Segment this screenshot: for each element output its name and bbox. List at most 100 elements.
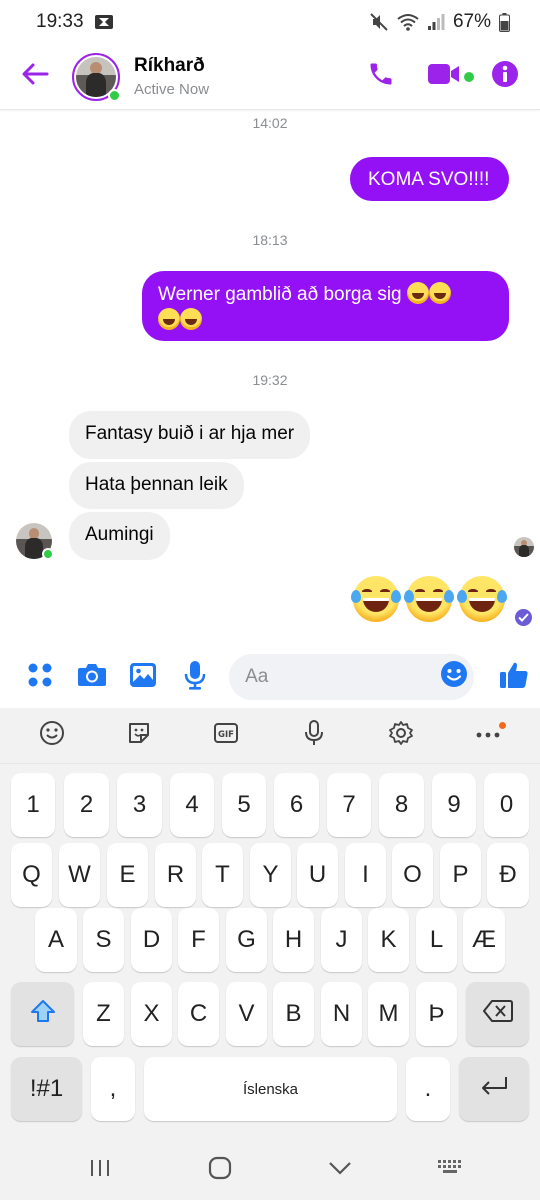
key-s[interactable]: S <box>83 908 124 972</box>
key-j[interactable]: J <box>321 908 362 972</box>
gallery-button[interactable] <box>118 651 170 703</box>
key-r[interactable]: R <box>155 843 196 907</box>
enter-key[interactable] <box>459 1057 529 1121</box>
laughing-emoji-icon <box>428 282 451 304</box>
system-navigation-bar <box>0 1140 540 1200</box>
keyboard-gif-button[interactable]: GIF <box>196 711 256 761</box>
key-y[interactable]: Y <box>250 843 291 907</box>
shift-key[interactable] <box>11 982 74 1046</box>
keyboard-letter-row-2: A S D F G H J K L Æ <box>0 908 540 972</box>
emoji-picker-button[interactable] <box>434 657 474 697</box>
recent-apps-button[interactable] <box>70 1145 130 1195</box>
keyboard-emoji-button[interactable] <box>22 711 82 761</box>
online-indicator <box>108 88 121 102</box>
key-7[interactable]: 7 <box>327 773 371 837</box>
apps-button[interactable] <box>14 651 66 703</box>
conversation-info-button[interactable] <box>476 44 534 110</box>
key-x[interactable]: X <box>131 982 172 1046</box>
key-eth[interactable]: Ð <box>487 843 529 907</box>
emoji-icon <box>440 660 468 694</box>
info-icon <box>491 60 519 93</box>
video-camera-icon <box>428 63 460 90</box>
incoming-message[interactable]: Aumingi <box>69 512 170 560</box>
timestamp: 18:13 <box>252 232 288 248</box>
laughing-emoji-icon[interactable] <box>351 576 401 622</box>
key-z[interactable]: Z <box>83 982 124 1046</box>
key-a[interactable]: A <box>35 908 77 972</box>
key-v[interactable]: V <box>226 982 267 1046</box>
keyboard-hide-button[interactable] <box>430 1145 470 1195</box>
key-5[interactable]: 5 <box>222 773 266 837</box>
key-8[interactable]: 8 <box>379 773 424 837</box>
home-button[interactable] <box>190 1145 250 1195</box>
symbols-key[interactable]: !#1 <box>11 1057 82 1121</box>
on-screen-keyboard: GIF 1 2 3 4 5 6 7 8 9 0 Q W E R T Y U I … <box>0 708 540 1140</box>
recent-apps-icon <box>89 1158 111 1183</box>
key-m[interactable]: M <box>368 982 409 1046</box>
message-thread[interactable]: 14:02 KOMA SVO!!!! 18:13 Werner gamblið … <box>0 110 540 640</box>
laughing-emoji-icon[interactable] <box>404 576 454 622</box>
battery-percent: 67% <box>452 11 491 32</box>
keyboard-number-row: 1 2 3 4 5 6 7 8 9 0 <box>0 773 540 837</box>
key-k[interactable]: K <box>368 908 409 972</box>
message-input[interactable]: Aa <box>229 654 475 700</box>
message-text: Hata þennan leik <box>85 474 228 495</box>
key-6[interactable]: 6 <box>274 773 319 837</box>
key-2[interactable]: 2 <box>64 773 109 837</box>
key-0[interactable]: 0 <box>484 773 529 837</box>
period-key[interactable]: . <box>406 1057 450 1121</box>
gif-icon: GIF <box>213 722 239 749</box>
keyboard-settings-button[interactable] <box>371 711 431 761</box>
key-w[interactable]: W <box>59 843 100 907</box>
key-i[interactable]: I <box>345 843 386 907</box>
outgoing-message[interactable]: Werner gamblið að borga sig <box>142 271 509 341</box>
incoming-message[interactable]: Fantasy buið i ar hja mer <box>69 411 311 459</box>
like-button[interactable] <box>488 651 540 703</box>
key-d[interactable]: D <box>131 908 172 972</box>
keyboard-more-button[interactable] <box>458 711 518 761</box>
key-9[interactable]: 9 <box>432 773 476 837</box>
mute-icon <box>369 12 389 32</box>
video-call-button[interactable] <box>412 44 476 110</box>
key-ae[interactable]: Æ <box>463 908 505 972</box>
key-thorn[interactable]: Þ <box>416 982 457 1046</box>
key-e[interactable]: E <box>107 843 148 907</box>
key-h[interactable]: H <box>273 908 314 972</box>
nav-back-button[interactable] <box>310 1145 370 1195</box>
back-button[interactable] <box>0 44 70 110</box>
outgoing-message[interactable]: KOMA SVO!!!! <box>350 157 509 201</box>
key-n[interactable]: N <box>321 982 362 1046</box>
camera-button[interactable] <box>66 651 118 703</box>
key-3[interactable]: 3 <box>117 773 162 837</box>
key-4[interactable]: 4 <box>170 773 214 837</box>
key-u[interactable]: U <box>297 843 338 907</box>
key-g[interactable]: G <box>226 908 267 972</box>
key-1[interactable]: 1 <box>11 773 55 837</box>
message-text: Fantasy buið i ar hja mer <box>85 423 295 444</box>
key-b[interactable]: B <box>273 982 314 1046</box>
keyboard-sticker-button[interactable] <box>109 711 169 761</box>
key-q[interactable]: Q <box>11 843 52 907</box>
battery-icon <box>499 12 510 32</box>
message-text: Aumingi <box>85 524 154 545</box>
contact-avatar[interactable] <box>72 52 121 102</box>
voice-call-button[interactable] <box>350 44 412 110</box>
laughing-emoji-icon[interactable] <box>457 576 507 622</box>
key-f[interactable]: F <box>178 908 219 972</box>
more-icon <box>475 727 501 745</box>
message-composer: Aa <box>0 648 540 706</box>
key-t[interactable]: T <box>202 843 243 907</box>
contact-info[interactable]: Ríkharð Active Now <box>134 55 209 98</box>
key-l[interactable]: L <box>416 908 457 972</box>
keyboard-voice-button[interactable] <box>284 711 344 761</box>
space-key[interactable]: Íslenska <box>144 1057 397 1121</box>
incoming-message[interactable]: Hata þennan leik <box>69 462 244 509</box>
backspace-key[interactable] <box>466 982 529 1046</box>
svg-text:GIF: GIF <box>218 730 234 740</box>
key-p[interactable]: P <box>440 843 481 907</box>
status-time: 19:33 <box>36 11 84 32</box>
comma-key[interactable]: , <box>91 1057 135 1121</box>
key-c[interactable]: C <box>178 982 219 1046</box>
voice-message-button[interactable] <box>169 651 221 703</box>
key-o[interactable]: O <box>392 843 433 907</box>
